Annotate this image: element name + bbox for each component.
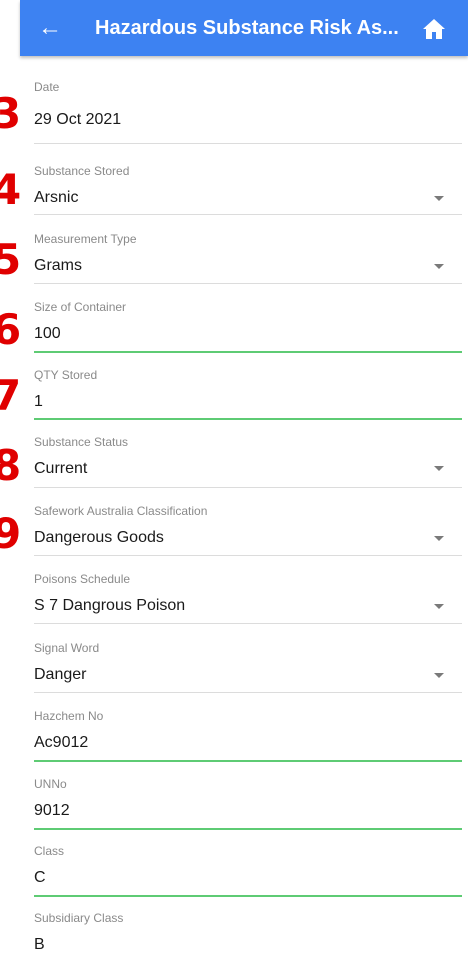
app-bar: ← Hazardous Substance Risk As... xyxy=(20,0,468,56)
subsidiary-class-input[interactable]: Subsidiary Class B xyxy=(34,910,462,956)
divider xyxy=(34,487,462,488)
annotation-number: 5 xyxy=(0,235,22,284)
measurement-type-value: Grams xyxy=(34,257,82,274)
input-underline xyxy=(34,351,462,353)
un-no-label: UNNo xyxy=(34,777,67,791)
divider xyxy=(34,623,462,624)
annotation-number: 9 xyxy=(0,509,22,558)
substance-status-label: Substance Status xyxy=(34,435,129,449)
dropdown-arrow-icon[interactable] xyxy=(434,673,444,678)
qty-stored-value: 1 xyxy=(34,393,43,410)
qty-stored-input[interactable]: QTY Stored 1 xyxy=(34,367,462,420)
hazchem-no-label: Hazchem No xyxy=(34,709,104,723)
substance-status-select[interactable]: Substance Status Current xyxy=(34,434,462,488)
annotation-number: 8 xyxy=(0,441,22,490)
dropdown-arrow-icon[interactable] xyxy=(434,536,444,541)
signal-word-label: Signal Word xyxy=(34,641,100,655)
dropdown-arrow-icon[interactable] xyxy=(434,466,444,471)
class-value: C xyxy=(34,869,46,886)
qty-stored-label: QTY Stored xyxy=(34,368,98,382)
safework-classification-value: Dangerous Goods xyxy=(34,529,164,546)
input-underline xyxy=(34,760,462,762)
hazchem-no-value: Ac9012 xyxy=(34,734,89,751)
signal-word-value: Danger xyxy=(34,666,87,683)
home-icon[interactable] xyxy=(422,18,446,40)
dropdown-arrow-icon[interactable] xyxy=(434,604,444,609)
hazchem-no-input[interactable]: Hazchem No Ac9012 xyxy=(34,708,462,762)
subsidiary-class-value: B xyxy=(34,936,45,953)
date-label: Date xyxy=(34,80,60,94)
poisons-schedule-value: S 7 Dangrous Poison xyxy=(34,597,186,614)
substance-stored-label: Substance Stored xyxy=(34,164,130,178)
safework-classification-label: Safework Australia Classification xyxy=(34,504,208,518)
measurement-type-select[interactable]: Measurement Type Grams xyxy=(34,231,462,284)
poisons-schedule-label: Poisons Schedule xyxy=(34,572,131,586)
date-value: 29 Oct 2021 xyxy=(34,111,122,128)
size-of-container-value: 100 xyxy=(34,325,61,342)
class-input[interactable]: Class C xyxy=(34,843,462,897)
un-no-input[interactable]: UNNo 9012 xyxy=(34,776,462,830)
dropdown-arrow-icon[interactable] xyxy=(434,264,444,269)
input-underline xyxy=(34,418,462,420)
input-underline xyxy=(34,828,462,830)
divider xyxy=(34,214,462,215)
substance-stored-select[interactable]: Substance Stored Arsnic xyxy=(34,163,462,215)
annotation-number: 3 xyxy=(0,89,22,138)
date-field[interactable]: Date 29 Oct 2021 xyxy=(34,79,462,144)
measurement-type-label: Measurement Type xyxy=(34,232,137,246)
un-no-value: 9012 xyxy=(34,802,70,819)
page-title: Hazardous Substance Risk As... xyxy=(95,17,399,39)
annotation-number: 7 xyxy=(0,371,22,420)
input-underline xyxy=(34,895,462,897)
dropdown-arrow-icon[interactable] xyxy=(434,196,444,201)
annotation-number: 4 xyxy=(0,165,22,214)
signal-word-select[interactable]: Signal Word Danger xyxy=(34,640,462,693)
class-label: Class xyxy=(34,844,65,858)
divider xyxy=(34,283,462,284)
size-of-container-label: Size of Container xyxy=(34,300,127,314)
substance-stored-value: Arsnic xyxy=(34,189,79,206)
poisons-schedule-select[interactable]: Poisons Schedule S 7 Dangrous Poison xyxy=(34,571,462,624)
divider xyxy=(34,555,462,556)
divider xyxy=(34,692,462,693)
divider xyxy=(34,143,462,144)
size-of-container-input[interactable]: Size of Container 100 xyxy=(34,299,462,353)
back-arrow-icon[interactable]: ← xyxy=(38,14,62,42)
annotation-number: 6 xyxy=(0,305,22,354)
safework-classification-select[interactable]: Safework Australia Classification Danger… xyxy=(34,503,462,556)
substance-status-value: Current xyxy=(34,460,88,477)
subsidiary-class-label: Subsidiary Class xyxy=(34,911,124,925)
